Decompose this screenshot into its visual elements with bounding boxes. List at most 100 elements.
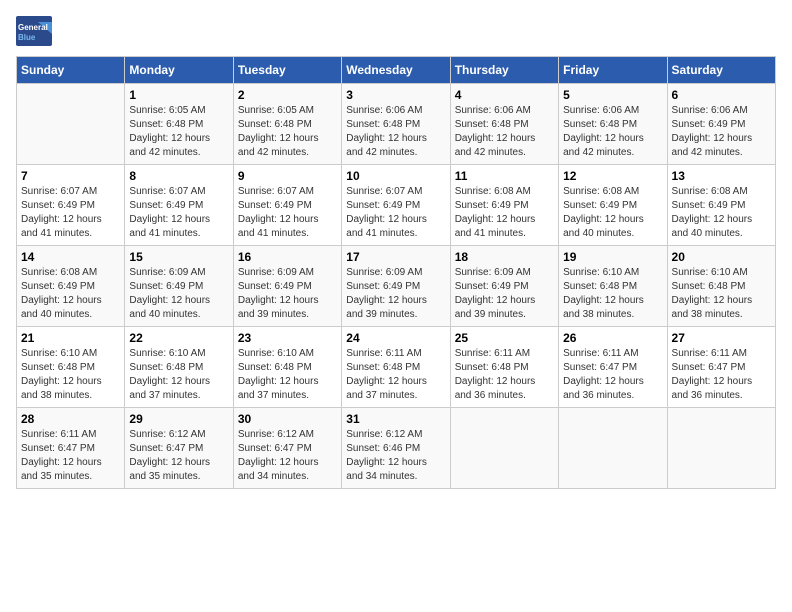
day-number: 15: [129, 250, 228, 264]
day-info: Sunrise: 6:12 AM Sunset: 6:46 PM Dayligh…: [346, 428, 445, 484]
day-number: 23: [238, 331, 337, 345]
day-number: 24: [346, 331, 445, 345]
day-info: Sunrise: 6:06 AM Sunset: 6:48 PM Dayligh…: [563, 104, 662, 160]
day-info: Sunrise: 6:05 AM Sunset: 6:48 PM Dayligh…: [129, 104, 228, 160]
day-number: 28: [21, 412, 120, 426]
calendar-week-row: 28 Sunrise: 6:11 AM Sunset: 6:47 PM Dayli…: [17, 408, 776, 489]
day-number: 16: [238, 250, 337, 264]
calendar-day-cell: 31 Sunrise: 6:12 AM Sunset: 6:46 PM Dayli…: [342, 408, 450, 489]
day-info: Sunrise: 6:09 AM Sunset: 6:49 PM Dayligh…: [455, 266, 554, 322]
weekday-header-cell: Sunday: [17, 57, 125, 84]
weekday-header-cell: Thursday: [450, 57, 558, 84]
day-number: 29: [129, 412, 228, 426]
day-number: 26: [563, 331, 662, 345]
day-info: Sunrise: 6:08 AM Sunset: 6:49 PM Dayligh…: [672, 185, 771, 241]
calendar-day-cell: 27 Sunrise: 6:11 AM Sunset: 6:47 PM Dayli…: [667, 327, 775, 408]
day-info: Sunrise: 6:05 AM Sunset: 6:48 PM Dayligh…: [238, 104, 337, 160]
day-number: 18: [455, 250, 554, 264]
day-number: 27: [672, 331, 771, 345]
weekday-header-cell: Tuesday: [233, 57, 341, 84]
weekday-header-cell: Friday: [559, 57, 667, 84]
calendar-day-cell: 26Sunrise: 6:11 AM Sunset: 6:47 PM Dayli…: [559, 327, 667, 408]
day-number: 13: [672, 169, 771, 183]
day-number: 17: [346, 250, 445, 264]
calendar-day-cell: 29 Sunrise: 6:12 AM Sunset: 6:47 PM Dayli…: [125, 408, 233, 489]
day-info: Sunrise: 6:11 AM Sunset: 6:48 PM Dayligh…: [455, 347, 554, 403]
calendar-day-cell: 30 Sunrise: 6:12 AM Sunset: 6:47 PM Dayli…: [233, 408, 341, 489]
page-header: General Blue: [16, 16, 776, 46]
weekday-header-cell: Monday: [125, 57, 233, 84]
calendar-day-cell: 2 Sunrise: 6:05 AM Sunset: 6:48 PM Daylig…: [233, 84, 341, 165]
calendar-day-cell: 19Sunrise: 6:10 AM Sunset: 6:48 PM Dayli…: [559, 246, 667, 327]
calendar-day-cell: 24 Sunrise: 6:11 AM Sunset: 6:48 PM Dayli…: [342, 327, 450, 408]
calendar-table: SundayMondayTuesdayWednesdayThursdayFrid…: [16, 56, 776, 489]
day-number: 21: [21, 331, 120, 345]
day-info: Sunrise: 6:07 AM Sunset: 6:49 PM Dayligh…: [346, 185, 445, 241]
day-number: 6: [672, 88, 771, 102]
calendar-day-cell: 12 Sunrise: 6:08 AM Sunset: 6:49 PM Dayli…: [559, 165, 667, 246]
calendar-day-cell: 4Sunrise: 6:06 AM Sunset: 6:48 PM Daylig…: [450, 84, 558, 165]
calendar-body: 1 Sunrise: 6:05 AM Sunset: 6:48 PM Daylig…: [17, 84, 776, 489]
day-number: 3: [346, 88, 445, 102]
calendar-day-cell: 7Sunrise: 6:07 AM Sunset: 6:49 PM Daylig…: [17, 165, 125, 246]
calendar-week-row: 21 Sunrise: 6:10 AM Sunset: 6:48 PM Dayli…: [17, 327, 776, 408]
weekday-header-cell: Wednesday: [342, 57, 450, 84]
day-number: 12: [563, 169, 662, 183]
calendar-day-cell: 1 Sunrise: 6:05 AM Sunset: 6:48 PM Daylig…: [125, 84, 233, 165]
day-info: Sunrise: 6:08 AM Sunset: 6:49 PM Dayligh…: [563, 185, 662, 241]
day-info: Sunrise: 6:07 AM Sunset: 6:49 PM Dayligh…: [21, 185, 120, 241]
calendar-day-cell: 21Sunrise: 6:10 AM Sunset: 6:48 PM Dayli…: [17, 327, 125, 408]
day-number: 2: [238, 88, 337, 102]
day-number: 8: [129, 169, 228, 183]
day-number: 14: [21, 250, 120, 264]
calendar-day-cell: 14 Sunrise: 6:08 AM Sunset: 6:49 PM Dayli…: [17, 246, 125, 327]
calendar-day-cell: 6 Sunrise: 6:06 AM Sunset: 6:49 PM Daylig…: [667, 84, 775, 165]
day-info: Sunrise: 6:11 AM Sunset: 6:48 PM Dayligh…: [346, 347, 445, 403]
day-info: Sunrise: 6:06 AM Sunset: 6:48 PM Dayligh…: [455, 104, 554, 160]
day-info: Sunrise: 6:07 AM Sunset: 6:49 PM Dayligh…: [129, 185, 228, 241]
day-info: Sunrise: 6:12 AM Sunset: 6:47 PM Dayligh…: [238, 428, 337, 484]
day-number: 20: [672, 250, 771, 264]
weekday-header-row: SundayMondayTuesdayWednesdayThursdayFrid…: [17, 57, 776, 84]
calendar-day-cell: [17, 84, 125, 165]
day-info: Sunrise: 6:11 AM Sunset: 6:47 PM Dayligh…: [21, 428, 120, 484]
calendar-day-cell: 18 Sunrise: 6:09 AM Sunset: 6:49 PM Dayli…: [450, 246, 558, 327]
day-number: 1: [129, 88, 228, 102]
day-info: Sunrise: 6:08 AM Sunset: 6:49 PM Dayligh…: [21, 266, 120, 322]
calendar-day-cell: [667, 408, 775, 489]
day-info: Sunrise: 6:07 AM Sunset: 6:49 PM Dayligh…: [238, 185, 337, 241]
calendar-day-cell: 22 Sunrise: 6:10 AM Sunset: 6:48 PM Dayli…: [125, 327, 233, 408]
day-info: Sunrise: 6:09 AM Sunset: 6:49 PM Dayligh…: [346, 266, 445, 322]
calendar-day-cell: 16 Sunrise: 6:09 AM Sunset: 6:49 PM Dayli…: [233, 246, 341, 327]
day-number: 10: [346, 169, 445, 183]
calendar-day-cell: 8 Sunrise: 6:07 AM Sunset: 6:49 PM Daylig…: [125, 165, 233, 246]
day-info: Sunrise: 6:10 AM Sunset: 6:48 PM Dayligh…: [563, 266, 662, 322]
day-info: Sunrise: 6:10 AM Sunset: 6:48 PM Dayligh…: [672, 266, 771, 322]
day-number: 11: [455, 169, 554, 183]
calendar-day-cell: [450, 408, 558, 489]
day-info: Sunrise: 6:11 AM Sunset: 6:47 PM Dayligh…: [672, 347, 771, 403]
day-info: Sunrise: 6:06 AM Sunset: 6:48 PM Dayligh…: [346, 104, 445, 160]
calendar-day-cell: 5Sunrise: 6:06 AM Sunset: 6:48 PM Daylig…: [559, 84, 667, 165]
calendar-day-cell: [559, 408, 667, 489]
day-number: 22: [129, 331, 228, 345]
day-info: Sunrise: 6:09 AM Sunset: 6:49 PM Dayligh…: [238, 266, 337, 322]
calendar-week-row: 1 Sunrise: 6:05 AM Sunset: 6:48 PM Daylig…: [17, 84, 776, 165]
day-number: 30: [238, 412, 337, 426]
day-number: 31: [346, 412, 445, 426]
calendar-day-cell: 17 Sunrise: 6:09 AM Sunset: 6:49 PM Dayli…: [342, 246, 450, 327]
logo: General Blue: [16, 16, 52, 46]
day-info: Sunrise: 6:12 AM Sunset: 6:47 PM Dayligh…: [129, 428, 228, 484]
calendar-day-cell: 10 Sunrise: 6:07 AM Sunset: 6:49 PM Dayli…: [342, 165, 450, 246]
calendar-week-row: 7Sunrise: 6:07 AM Sunset: 6:49 PM Daylig…: [17, 165, 776, 246]
calendar-day-cell: 23 Sunrise: 6:10 AM Sunset: 6:48 PM Dayli…: [233, 327, 341, 408]
day-info: Sunrise: 6:10 AM Sunset: 6:48 PM Dayligh…: [129, 347, 228, 403]
day-info: Sunrise: 6:06 AM Sunset: 6:49 PM Dayligh…: [672, 104, 771, 160]
calendar-day-cell: 9 Sunrise: 6:07 AM Sunset: 6:49 PM Daylig…: [233, 165, 341, 246]
day-info: Sunrise: 6:10 AM Sunset: 6:48 PM Dayligh…: [238, 347, 337, 403]
calendar-day-cell: 20 Sunrise: 6:10 AM Sunset: 6:48 PM Dayli…: [667, 246, 775, 327]
day-number: 25: [455, 331, 554, 345]
calendar-day-cell: 28 Sunrise: 6:11 AM Sunset: 6:47 PM Dayli…: [17, 408, 125, 489]
day-number: 9: [238, 169, 337, 183]
day-info: Sunrise: 6:08 AM Sunset: 6:49 PM Dayligh…: [455, 185, 554, 241]
